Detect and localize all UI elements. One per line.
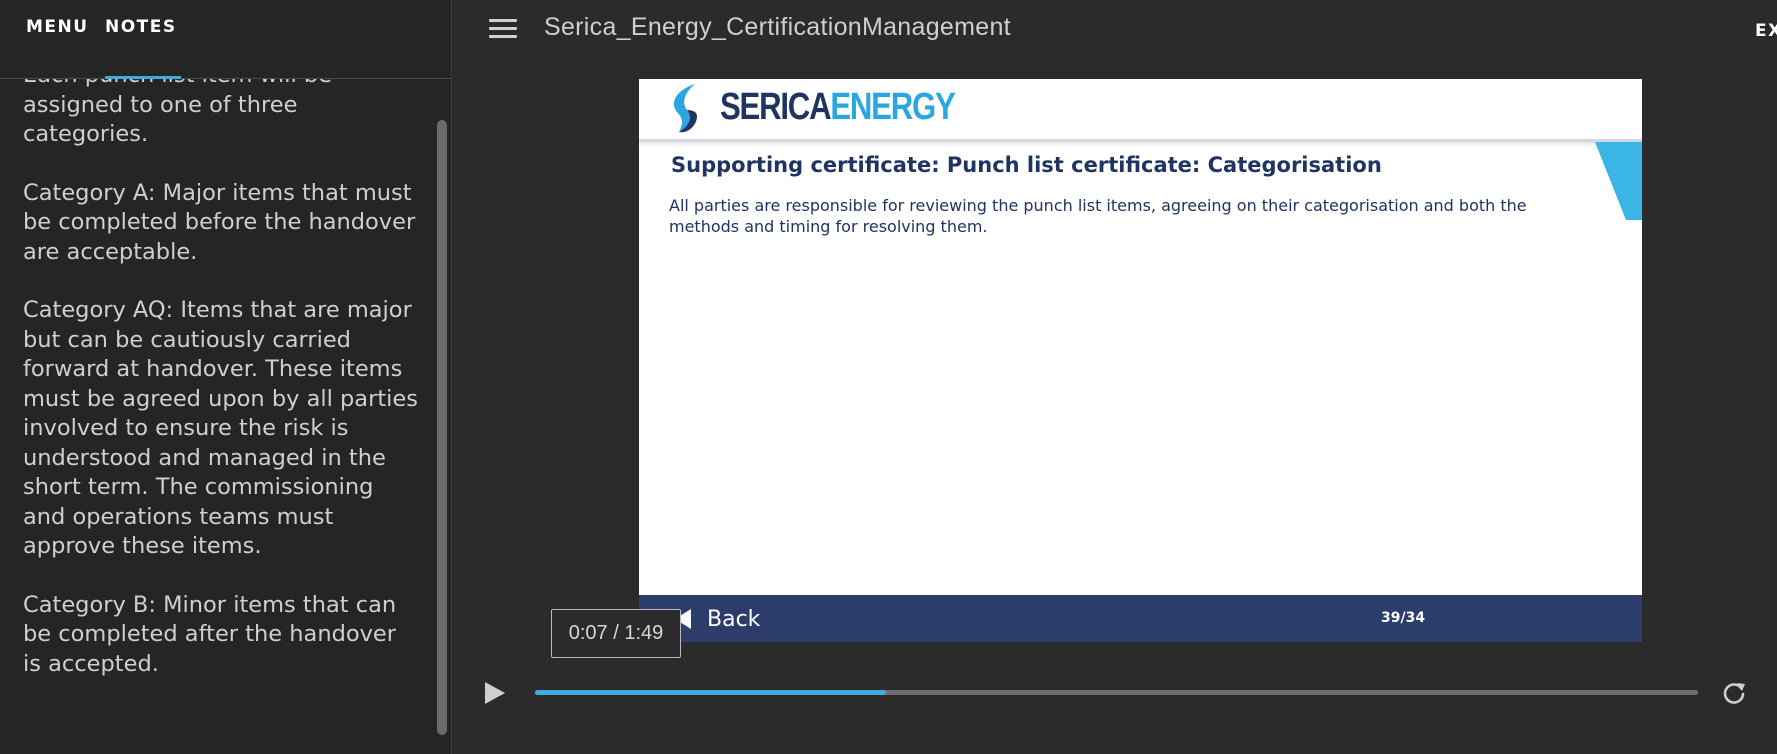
note-paragraph: Each punch list item will be assigned to… bbox=[23, 79, 332, 147]
time-tooltip: 0:07 / 1:49 bbox=[551, 609, 681, 658]
replay-button[interactable] bbox=[1721, 680, 1747, 706]
serica-logo-wordmark: SERICAENERGY bbox=[720, 86, 956, 129]
tab-menu[interactable]: MENU bbox=[26, 17, 89, 37]
page-counter: 39/34 bbox=[1381, 610, 1426, 626]
note-paragraph: Category AQ: Items that are major but ca… bbox=[23, 297, 418, 559]
corner-accent-decoration bbox=[1595, 142, 1642, 220]
back-button-label: Back bbox=[707, 606, 761, 632]
logo-word-serica: SERICA bbox=[720, 86, 832, 128]
note-paragraph: Category A: Major items that must be com… bbox=[23, 179, 416, 265]
slide-header: SERICAENERGY bbox=[639, 79, 1642, 142]
notes-sidebar: MENU NOTES Each punch list item will be … bbox=[0, 0, 452, 754]
course-title: Serica_Energy_CertificationManagement bbox=[544, 13, 1011, 41]
sidebar-tabs: MENU NOTES bbox=[0, 0, 451, 79]
progress-bar[interactable] bbox=[535, 690, 1698, 695]
notes-panel[interactable]: Each punch list item will be assigned to… bbox=[0, 79, 430, 754]
note-paragraph: Category B: Minor items that can be comp… bbox=[23, 591, 397, 677]
progress-fill bbox=[535, 690, 887, 695]
notes-content: Each punch list item will be assigned to… bbox=[23, 79, 418, 708]
active-tab-indicator bbox=[105, 76, 181, 79]
notes-scrollbar-thumb[interactable] bbox=[437, 120, 447, 735]
slide-footer: Back 39/34 bbox=[639, 595, 1642, 642]
exit-button[interactable]: EX bbox=[1755, 21, 1777, 41]
back-button[interactable]: Back bbox=[675, 604, 760, 634]
play-button[interactable] bbox=[484, 681, 506, 705]
play-icon bbox=[485, 682, 505, 704]
logo-word-energy: ENERGY bbox=[830, 86, 955, 128]
slide-title: Supporting certificate: Punch list certi… bbox=[671, 153, 1382, 177]
serica-logo-icon bbox=[673, 84, 697, 133]
replay-icon bbox=[1723, 683, 1745, 704]
tab-notes[interactable]: NOTES bbox=[105, 17, 177, 37]
slide-body-text: All parties are responsible for reviewin… bbox=[669, 196, 1527, 236]
notes-scrollbar[interactable] bbox=[435, 120, 449, 754]
slide: SERICAENERGY Supporting certificate: Pun… bbox=[639, 79, 1642, 642]
hamburger-menu-icon[interactable] bbox=[489, 19, 517, 39]
